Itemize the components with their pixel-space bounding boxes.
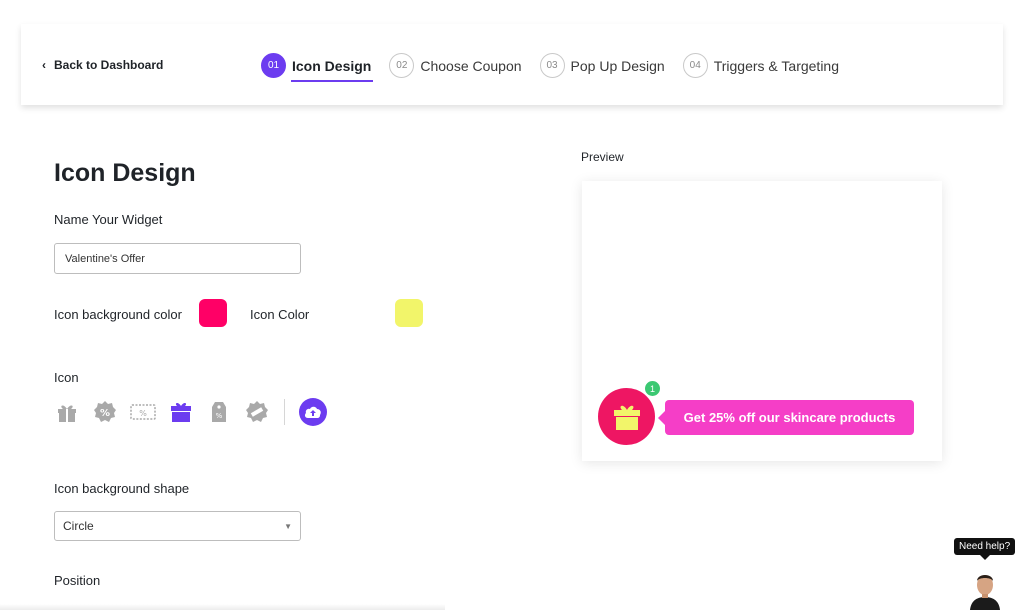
icon-bg-color-swatch[interactable] [199,299,227,327]
gift-icon[interactable] [54,399,80,425]
step-triggers-targeting[interactable]: 04 Triggers & Targeting [682,53,840,78]
chevron-down-icon: ▼ [284,521,292,531]
shape-select[interactable]: Circle ▼ [54,511,301,541]
shape-select-value: Circle [63,519,94,533]
step-number: 03 [539,53,565,78]
gift-box-icon[interactable] [168,399,194,425]
step-number: 01 [261,53,286,78]
svg-text:%: % [139,409,147,418]
step-pop-up-design[interactable]: 03 Pop Up Design [539,53,665,78]
step-choose-coupon[interactable]: 02 Choose Coupon [389,53,522,78]
percent-badge-icon[interactable]: % [92,399,118,425]
svg-text:%: % [216,412,223,420]
wizard-steps: 01 Icon Design 02 Choose Coupon 03 Pop U… [261,53,857,82]
back-label: Back to Dashboard [54,58,164,72]
icon-bg-color-label: Icon background color [54,307,182,322]
step-label: Triggers & Targeting [713,57,840,74]
support-avatar[interactable] [966,567,1004,610]
upload-icon-button[interactable] [299,398,327,426]
svg-text:%: % [100,408,110,419]
position-label: Position [54,573,101,588]
offer-message-bubble[interactable]: Get 25% off our skincare products [658,400,914,435]
step-icon-design[interactable]: 01 Icon Design [261,53,374,82]
shape-label: Icon background shape [54,481,190,496]
back-to-dashboard-link[interactable]: ‹ Back to Dashboard [42,58,163,72]
cloud-upload-icon [304,406,321,418]
icon-label: Icon [54,370,79,385]
notification-badge: 1 [645,381,660,396]
need-help-tooltip[interactable]: Need help? [954,538,1016,560]
coupon-icon[interactable]: % [130,399,156,425]
icon-color-label: Icon Color [250,307,310,322]
page-title: Icon Design [54,159,196,187]
chevron-left-icon: ‹ [42,58,46,72]
price-tag-icon[interactable]: % [206,399,232,425]
sale-badge-icon[interactable] [244,399,270,425]
preview-label: Preview [581,150,624,164]
icon-divider [284,399,285,425]
widget-launcher[interactable] [598,388,655,445]
step-label: Pop Up Design [570,57,665,74]
gift-box-icon [613,405,640,430]
step-number: 04 [682,53,708,78]
active-step-underline [291,80,374,82]
step-label: Choose Coupon [420,57,522,74]
top-navigation-bar: ‹ Back to Dashboard 01 Icon Design 02 Ch… [21,24,1003,105]
step-label: Icon Design [292,57,372,74]
widget-name-label: Name Your Widget [54,212,163,227]
step-number: 02 [389,53,415,78]
widget-name-input[interactable]: Valentine's Offer [54,243,301,274]
bottom-scroll-shadow [0,604,445,610]
icon-options: % % % [54,398,327,426]
icon-color-swatch[interactable] [395,299,423,327]
